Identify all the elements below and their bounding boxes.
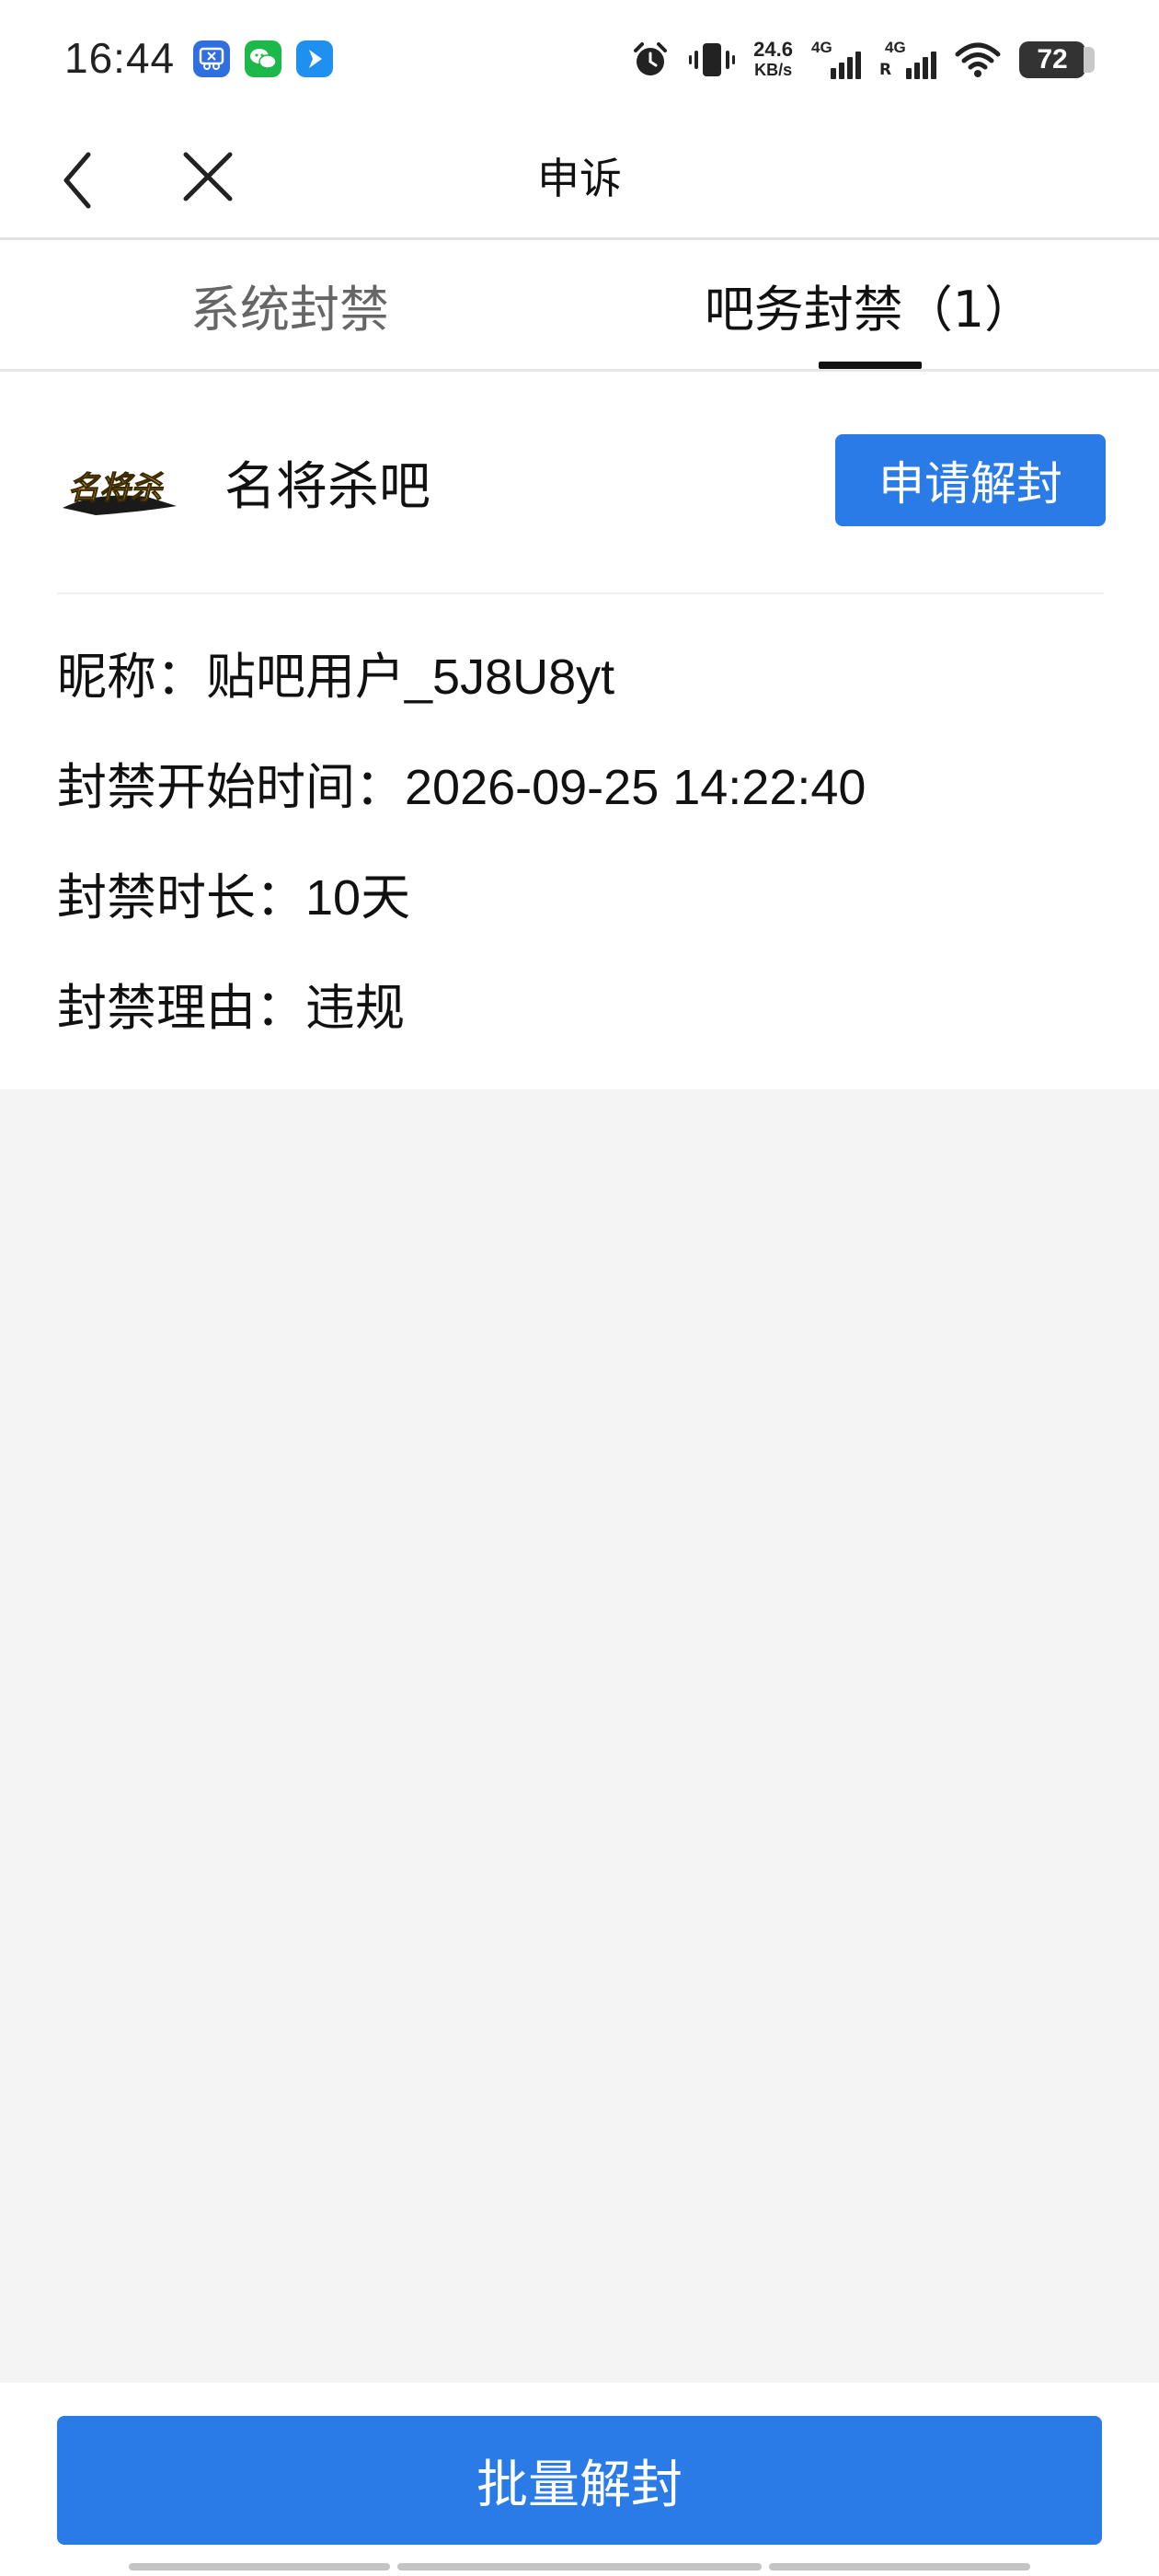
status-indicators: 24.6 KB/s 4G 4G R 72 xyxy=(630,37,1095,83)
apply-unban-button[interactable]: 申请解封 xyxy=(835,434,1106,526)
wifi-icon xyxy=(955,42,1001,77)
ban-item-card: 名将杀 名将杀吧 申请解封 昵称：贴吧用户_5J8U8yt 封禁开始时间：202… xyxy=(0,372,1159,1089)
nav-bar: 申诉 xyxy=(0,120,1159,240)
status-time: 16:44 xyxy=(64,34,176,82)
bottom-action-bar: 批量解封 xyxy=(0,2383,1159,2576)
active-tab-indicator xyxy=(819,362,922,369)
signal1-label: 4G xyxy=(811,39,832,56)
net-speed-value: 24.6 xyxy=(753,38,793,61)
signal2-roaming: R xyxy=(879,61,892,79)
signal-icon: 4G xyxy=(811,39,861,81)
scissors-app-icon xyxy=(193,40,230,77)
battery-icon: 72 xyxy=(1019,41,1095,78)
tab-system-ban[interactable]: 系统封禁 xyxy=(0,240,580,369)
gesture-bar xyxy=(0,2563,1159,2572)
page-title: 申诉 xyxy=(537,154,622,203)
ban-reason-label: 封禁理由： xyxy=(57,979,305,1037)
net-speed: 24.6 KB/s xyxy=(753,40,793,80)
ban-duration-value: 10天 xyxy=(305,870,411,926)
ban-start-label: 封禁开始时间： xyxy=(57,758,405,816)
forum-name[interactable]: 名将杀吧 xyxy=(224,449,430,526)
messenger-app-icon xyxy=(296,40,333,77)
ban-start-value: 2026-09-25 14:22:40 xyxy=(405,760,866,815)
divider xyxy=(57,592,1104,594)
signal-icon-2: 4G R xyxy=(879,39,936,81)
ban-start-row: 封禁开始时间：2026-09-25 14:22:40 xyxy=(57,751,866,824)
chevron-left-icon[interactable] xyxy=(52,144,110,217)
batch-unban-button[interactable]: 批量解封 xyxy=(57,2416,1102,2545)
forum-logo-icon: 名将杀 xyxy=(59,451,180,524)
ban-reason-row: 封禁理由：违规 xyxy=(57,972,405,1045)
nickname-row: 昵称：贴吧用户_5J8U8yt xyxy=(57,640,614,714)
vibrate-icon xyxy=(689,43,736,76)
ban-duration-label: 封禁时长： xyxy=(57,868,305,926)
status-bar: 16:44 24.6 KB/s 4G 4G R 72 xyxy=(0,0,1159,120)
tab-forum-ban[interactable]: 吧务封禁（1） xyxy=(580,240,1159,369)
battery-level: 72 xyxy=(1037,44,1068,75)
close-icon[interactable] xyxy=(175,142,239,215)
ban-reason-value: 违规 xyxy=(305,981,405,1036)
svg-text:名将杀: 名将杀 xyxy=(68,470,164,507)
signal2-label: 4G xyxy=(885,39,906,56)
nickname-label: 昵称： xyxy=(57,648,206,706)
wechat-icon xyxy=(245,40,281,77)
nickname-value: 贴吧用户_5J8U8yt xyxy=(206,650,615,705)
ban-duration-row: 封禁时长：10天 xyxy=(57,861,410,935)
net-speed-unit: KB/s xyxy=(754,61,793,79)
alarm-icon xyxy=(634,42,668,75)
tab-bar: 系统封禁 吧务封禁（1） xyxy=(0,240,1159,372)
